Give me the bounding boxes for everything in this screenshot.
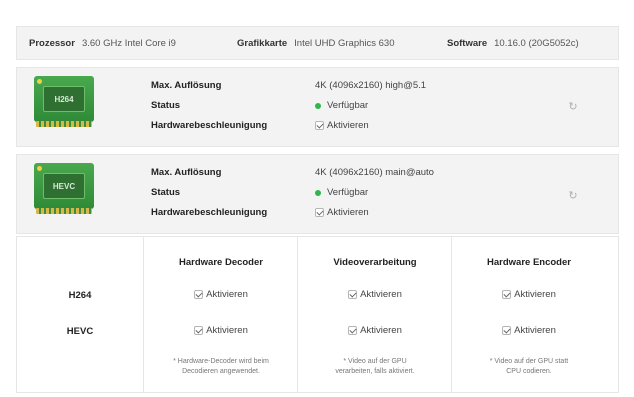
status-available-dot-icon	[315, 189, 321, 196]
graphics-label: Grafikkarte	[237, 37, 288, 49]
checkbox-checked-icon[interactable]	[194, 325, 204, 335]
graphics-value: Intel UHD Graphics 630	[294, 37, 395, 49]
status-value: Verfügbar	[315, 187, 368, 198]
status-text: Verfügbar	[327, 187, 369, 198]
chip-label: HEVC	[43, 173, 85, 199]
status-text: Verfügbar	[327, 100, 369, 111]
checkbox-checked-icon[interactable]	[502, 325, 512, 335]
row-header-hevc: HEVC	[66, 326, 94, 337]
checkbox-label: Aktivieren	[206, 325, 248, 336]
codec-card-hevc: HEVC Max. Auflösung 4K (4096x2160) main@…	[16, 154, 619, 234]
checkbox-label: Aktivieren	[514, 325, 556, 336]
checkbox-label: Aktivieren	[360, 325, 402, 336]
chip-icon: HEVC	[34, 163, 94, 215]
column-header-hardware-encoder: Hardware Encoder	[487, 257, 571, 268]
note-hardware-encoder: * Video auf der GPU statt CPU codieren.	[489, 358, 569, 375]
hevc-processing-checkbox[interactable]: Aktivieren	[298, 325, 452, 336]
column-header-video-processing: Videoverarbeitung	[333, 257, 417, 268]
processor-label: Prozessor	[29, 37, 75, 49]
chip-icon: H264	[34, 76, 94, 128]
hardware-acceleration-label: Hardwarebeschleunigung	[151, 120, 268, 131]
software-value: 10.16.0 (20G5052c)	[494, 37, 579, 49]
checkbox-checked-icon[interactable]	[502, 289, 512, 299]
checkbox-checked-icon[interactable]	[315, 208, 324, 217]
row-header-h264: H264	[68, 290, 92, 301]
checkbox-checked-icon[interactable]	[348, 289, 358, 299]
status-label: Status	[151, 100, 181, 111]
checkbox-label: Aktivieren	[206, 289, 248, 300]
system-info-bar: Prozessor 3.60 GHz Intel Core i9 Grafikk…	[16, 26, 619, 60]
note-video-processing: * Video auf der GPU verarbeiten, falls a…	[335, 358, 415, 375]
checkbox-label: Aktivieren	[514, 289, 556, 300]
max-resolution-value: 4K (4096x2160) main@auto	[315, 167, 434, 178]
codec-feature-matrix: Hardware Decoder Videoverarbeitung Hardw…	[16, 236, 619, 393]
column-header-hardware-decoder: Hardware Decoder	[179, 257, 263, 268]
status-available-dot-icon	[315, 102, 321, 109]
status-label: Status	[151, 187, 181, 198]
hevc-decoder-checkbox[interactable]: Aktivieren	[144, 325, 298, 336]
max-resolution-label: Max. Auflösung	[151, 167, 222, 178]
max-resolution-value: 4K (4096x2160) high@5.1	[315, 80, 427, 91]
checkbox-checked-icon[interactable]	[315, 121, 324, 130]
hardware-acceleration-label: Hardwarebeschleunigung	[151, 207, 268, 218]
checkbox-checked-icon[interactable]	[194, 289, 204, 299]
checkbox-checked-icon[interactable]	[348, 325, 358, 335]
chip-label: H264	[43, 86, 85, 112]
status-value: Verfügbar	[315, 100, 368, 111]
refresh-icon[interactable]: ↻	[567, 101, 579, 113]
checkbox-label: Aktivieren	[327, 207, 369, 218]
h264-decoder-checkbox[interactable]: Aktivieren	[144, 289, 298, 300]
max-resolution-label: Max. Auflösung	[151, 80, 222, 91]
hevc-encoder-checkbox[interactable]: Aktivieren	[452, 325, 606, 336]
processor-value: 3.60 GHz Intel Core i9	[81, 37, 176, 49]
checkbox-label: Aktivieren	[360, 289, 402, 300]
hardware-acceleration-checkbox[interactable]: Aktivieren	[315, 207, 369, 218]
codec-card-h264: H264 Max. Auflösung 4K (4096x2160) high@…	[16, 67, 619, 147]
refresh-icon[interactable]: ↻	[567, 190, 579, 202]
h264-processing-checkbox[interactable]: Aktivieren	[298, 289, 452, 300]
h264-encoder-checkbox[interactable]: Aktivieren	[452, 289, 606, 300]
software-label: Software	[447, 37, 488, 49]
note-hardware-decoder: * Hardware-Decoder wird beim Decodieren …	[173, 358, 269, 375]
hardware-acceleration-checkbox[interactable]: Aktivieren	[315, 120, 369, 131]
checkbox-label: Aktivieren	[327, 120, 369, 131]
